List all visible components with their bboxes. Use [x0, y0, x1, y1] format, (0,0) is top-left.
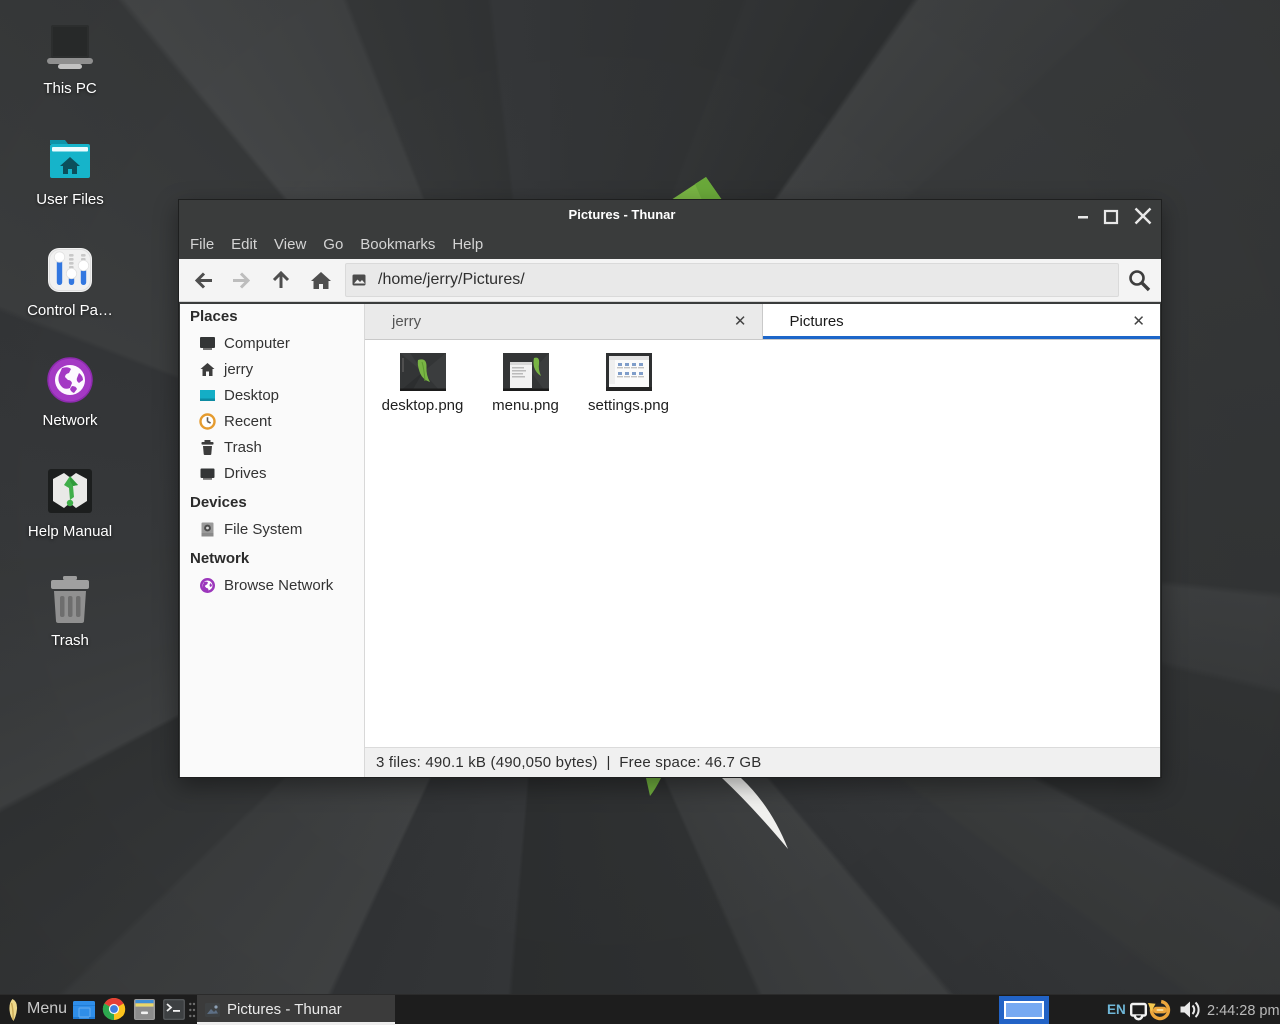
svg-text:EN: EN: [1107, 1002, 1126, 1017]
svg-text:2:44:28 pm: 2:44:28 pm: [1207, 1003, 1280, 1019]
